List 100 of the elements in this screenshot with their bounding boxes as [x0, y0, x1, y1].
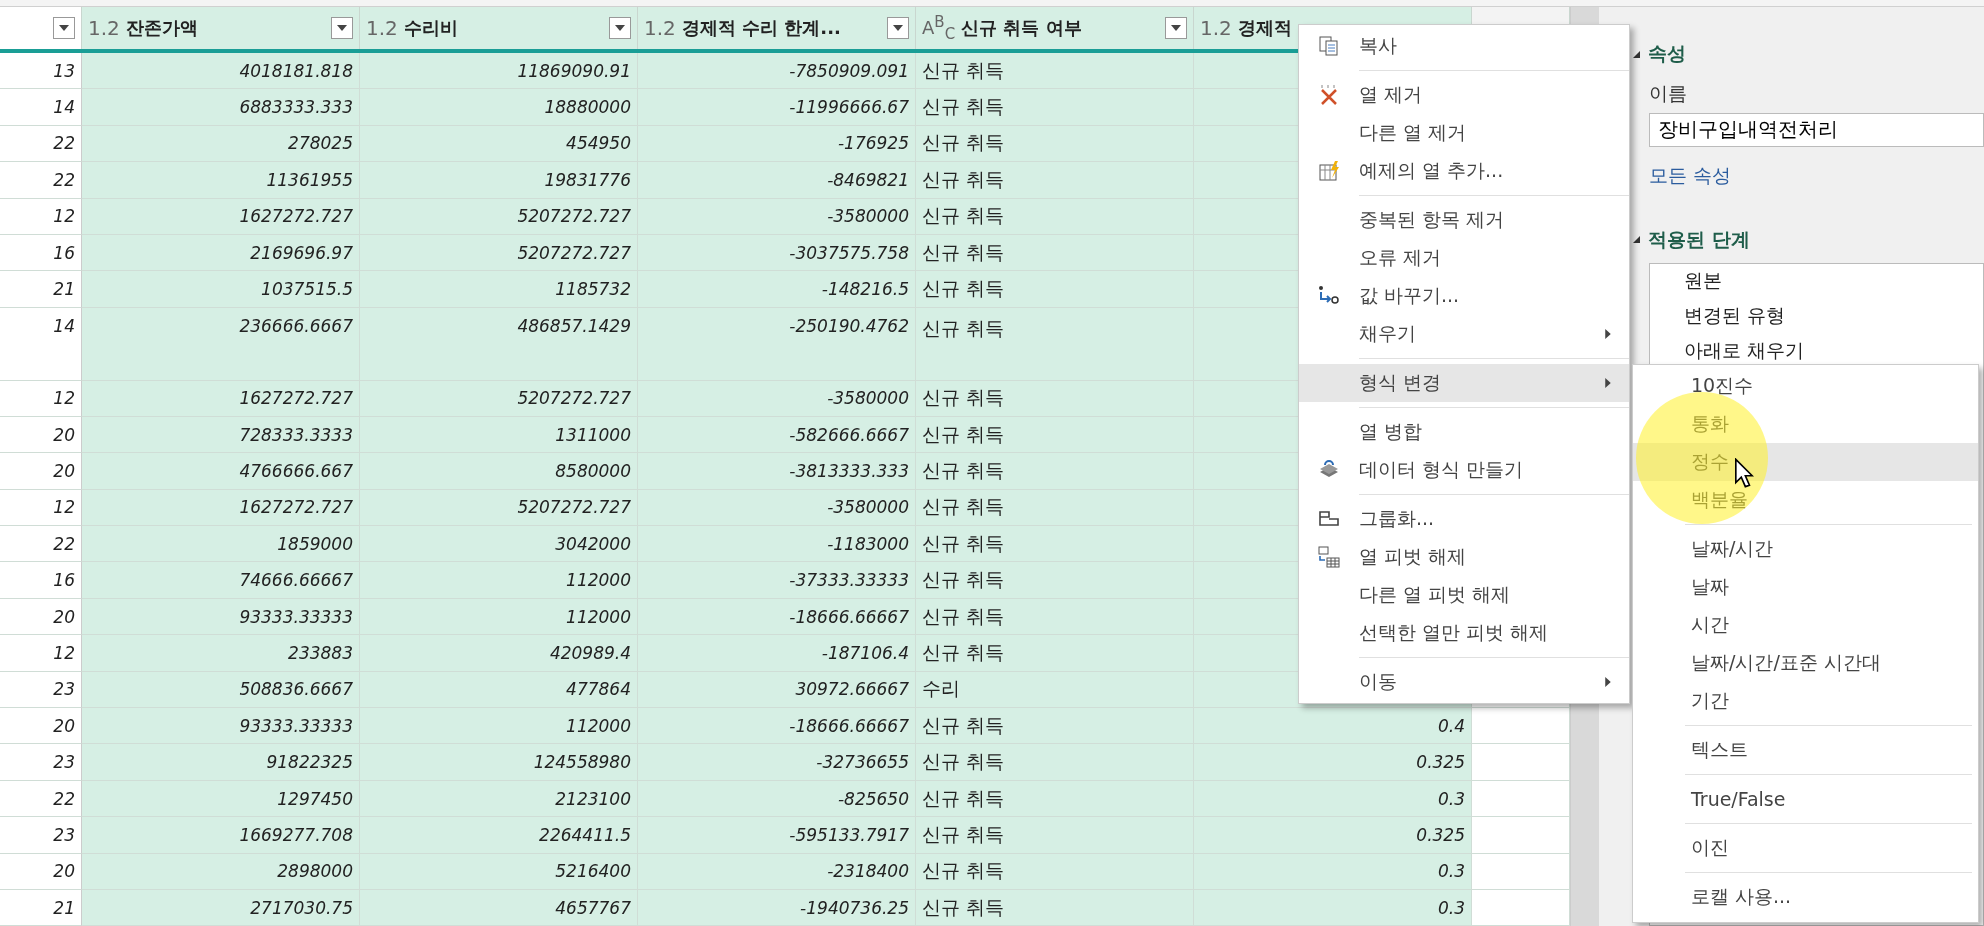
- table-cell: 4766666.667: [82, 453, 360, 490]
- table-cell: 1037515.5: [82, 271, 360, 308]
- table-cell: 2717030.75: [82, 890, 360, 926]
- table-cell: 93333.33333: [82, 598, 360, 636]
- table-cell: 5207272.727: [360, 380, 638, 417]
- table-cell: 112000: [360, 598, 638, 636]
- table-cell: 30972.66667: [638, 671, 916, 709]
- table-cell: 91822325: [82, 744, 360, 781]
- table-cell: -595133.7917: [638, 817, 916, 854]
- table-cell: 신규 취득: [916, 817, 1194, 854]
- table-cell: -825650: [638, 780, 916, 818]
- column-title: 수리비: [403, 16, 459, 40]
- table-cell: 수리: [916, 671, 1194, 709]
- table-cell: 508836.6667: [82, 671, 360, 709]
- table-cell: 신규 취득: [916, 562, 1194, 599]
- table-cell: 신규 취득: [916, 890, 1194, 926]
- table-cell: 2169696.97: [82, 234, 360, 272]
- table-cell: 93333.33333: [82, 708, 360, 745]
- table-cell: -7850909.091: [638, 53, 916, 90]
- table-cell: 233883: [82, 635, 360, 672]
- table-cell: -8469821: [638, 162, 916, 199]
- table-cell: 신규 취득: [916, 708, 1194, 745]
- table-cell: 454950: [360, 125, 638, 163]
- table-cell: -37333.33333: [638, 562, 916, 599]
- table-cell: 2898000: [82, 853, 360, 890]
- column-title: 경제적: [1237, 16, 1293, 40]
- table-cell: -3580000: [638, 380, 916, 417]
- table-cell: -18666.66667: [638, 598, 916, 636]
- column-title: 잔존가액: [125, 16, 199, 40]
- table-cell: 신규 취득: [916, 53, 1194, 90]
- table-cell: -187106.4: [638, 635, 916, 672]
- table-cell: 74666.66667: [82, 562, 360, 599]
- table-cell: -11996666.67: [638, 89, 916, 126]
- table-cell: 5216400: [360, 853, 638, 890]
- table-cell: 5207272.727: [360, 234, 638, 272]
- heading-text: 속성: [1648, 41, 1686, 66]
- table-cell: 신규 취득: [916, 125, 1194, 163]
- table-cell: -3580000: [638, 489, 916, 527]
- table-cell: 11361955: [82, 162, 360, 199]
- table-cell: -148216.5: [638, 271, 916, 308]
- table-cell: 1311000: [360, 416, 638, 454]
- table-cell: 0.325: [1194, 744, 1472, 781]
- table-cell: 3042000: [360, 526, 638, 563]
- field-label: 이름: [1649, 81, 1687, 106]
- table-cell: 신규 취득: [916, 853, 1194, 890]
- table-cell: -1940736.25: [638, 890, 916, 926]
- table-cell: 236666.6667: [82, 307, 360, 381]
- table-cell: 18880000: [360, 89, 638, 126]
- table-cell: 0.4: [1194, 708, 1472, 745]
- table-cell: -3580000: [638, 198, 916, 235]
- table-cell: -2318400: [638, 853, 916, 890]
- table-cell: 278025: [82, 125, 360, 163]
- table-cell: 486857.1429: [360, 307, 638, 381]
- table-cell: 112000: [360, 562, 638, 599]
- table-cell: 477864: [360, 671, 638, 709]
- table-cell: 0.3: [1194, 853, 1472, 890]
- table-cell: 신규 취득: [916, 780, 1194, 818]
- table-cell: 1627272.727: [82, 380, 360, 417]
- table-cell: 8580000: [360, 453, 638, 490]
- table-cell: 신규 취득: [916, 526, 1194, 563]
- table-cell: 신규 취득: [916, 744, 1194, 781]
- table-cell: -3037575.758: [638, 234, 916, 272]
- table-cell: 4018181.818: [82, 53, 360, 90]
- table-cell: 728333.3333: [82, 416, 360, 454]
- table-cell: 0.3: [1194, 890, 1472, 926]
- table-cell: 1185732: [360, 271, 638, 308]
- table-cell: 5207272.727: [360, 489, 638, 527]
- table-cell: 1627272.727: [82, 198, 360, 235]
- table-cell: 신규 취득: [916, 234, 1194, 272]
- table-cell: 6883333.333: [82, 89, 360, 126]
- table-cell: 0.3: [1194, 780, 1472, 818]
- table-cell: -1183000: [638, 526, 916, 563]
- table-cell: 1627272.727: [82, 489, 360, 527]
- table-cell: -18666.66667: [638, 708, 916, 745]
- table-cell: 신규 취득: [916, 307, 1194, 381]
- table-cell: 2264411.5: [360, 817, 638, 854]
- table-cell: 1859000: [82, 526, 360, 563]
- table-cell: 신규 취득: [916, 453, 1194, 490]
- table-cell: -3813333.333: [638, 453, 916, 490]
- table-cell: 19831776: [360, 162, 638, 199]
- table-cell: 신규 취득: [916, 416, 1194, 454]
- table-cell: -582666.6667: [638, 416, 916, 454]
- column-title: 신규 취득 여부: [961, 16, 1083, 40]
- table-cell: 2123100: [360, 780, 638, 818]
- heading-text: 적용된 단계: [1648, 226, 1750, 252]
- table-cell: 11869090.91: [360, 53, 638, 90]
- table-cell: 5207272.727: [360, 198, 638, 235]
- table-cell: -32736655: [638, 744, 916, 781]
- table-cell: 신규 취득: [916, 89, 1194, 126]
- table-cell: 신규 취득: [916, 271, 1194, 308]
- table-cell: 신규 취득: [916, 380, 1194, 417]
- table-cell: 4657767: [360, 890, 638, 926]
- column-title: 경제적 수리 한계...: [681, 16, 842, 40]
- table-cell: 112000: [360, 708, 638, 745]
- table-cell: 신규 취득: [916, 635, 1194, 672]
- table-cell: 420989.4: [360, 635, 638, 672]
- table-cell: 신규 취득: [916, 598, 1194, 636]
- table-cell: 124558980: [360, 744, 638, 781]
- table-cell: 0.325: [1194, 817, 1472, 854]
- table-cell: 1297450: [82, 780, 360, 818]
